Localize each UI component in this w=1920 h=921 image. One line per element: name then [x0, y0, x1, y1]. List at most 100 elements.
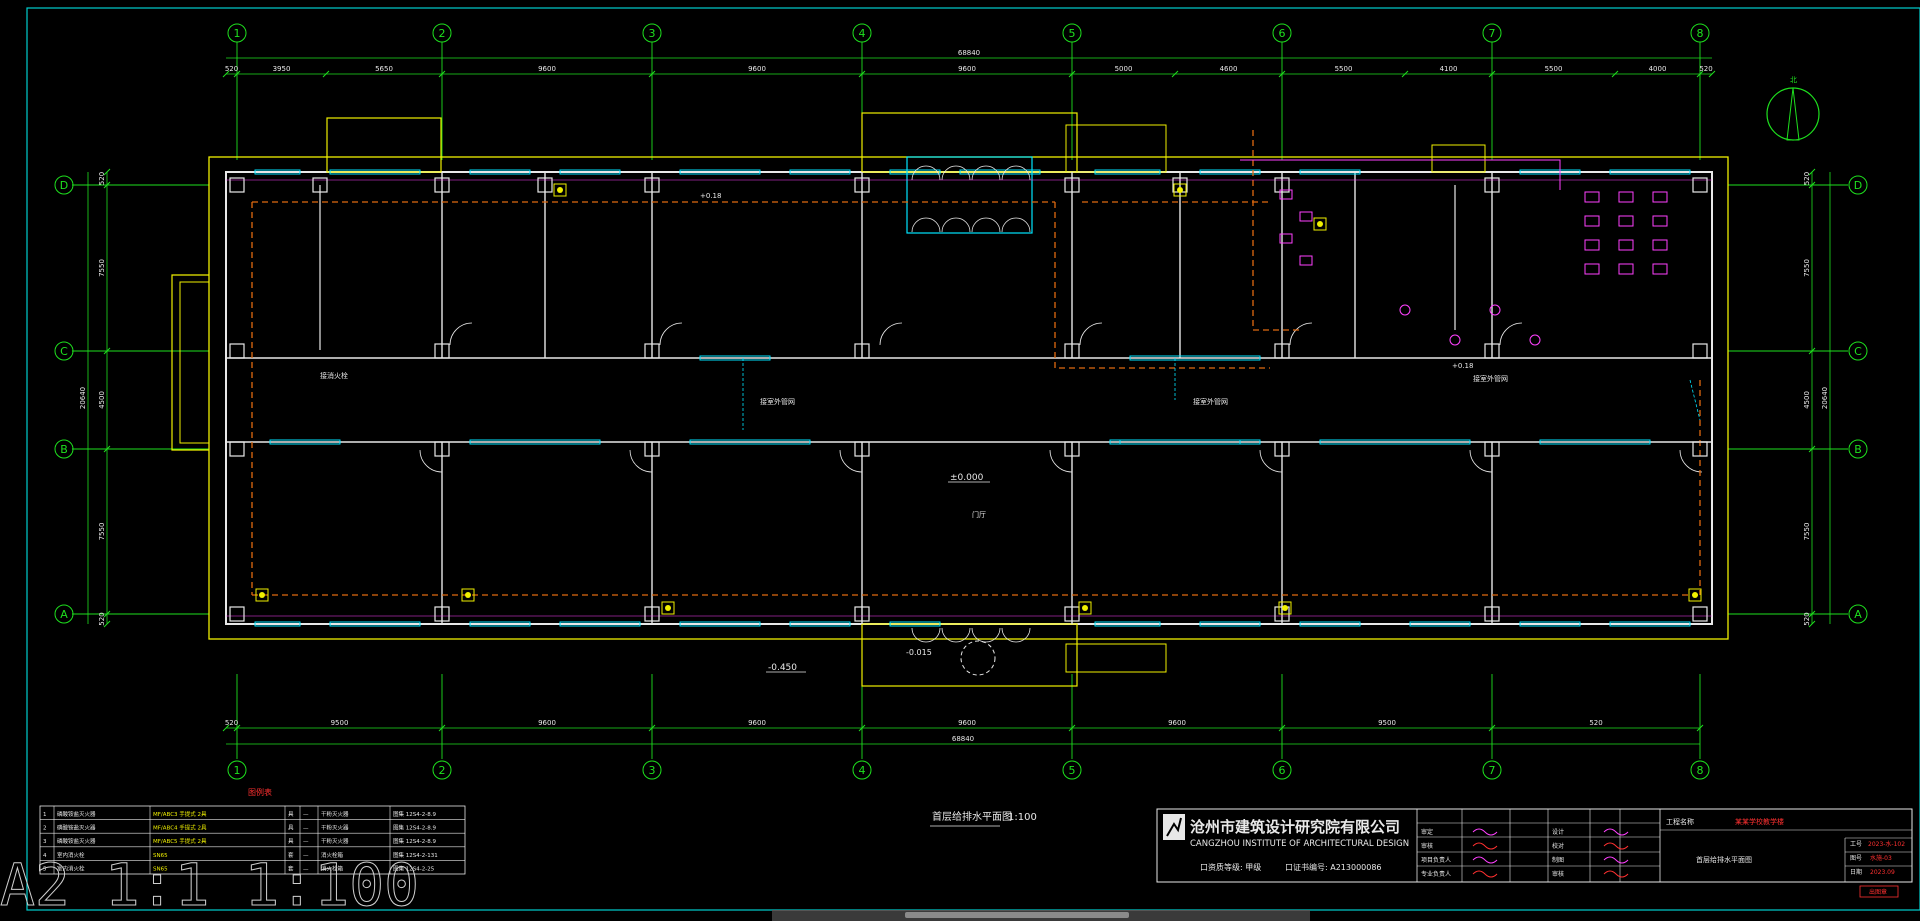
north-label: 北 [1790, 76, 1797, 84]
legend-cell: 磷酸铵盐灭火器 [57, 837, 96, 845]
grid-col-label: 8 [1697, 764, 1704, 777]
stamp-label: 出图章 [1869, 888, 1887, 896]
grid-row-label: A [60, 608, 68, 621]
dimension-text: 4500 [98, 391, 106, 409]
dimension-text: 520 [1803, 612, 1811, 625]
dimension-text: 5650 [375, 65, 393, 73]
dimension-text: 9600 [538, 719, 556, 727]
hydrant-valve-icon [1082, 605, 1088, 611]
grid-col-label: 8 [1697, 27, 1704, 40]
plan-scale: 1:100 [1008, 812, 1037, 823]
dimension-text: 4000 [1649, 65, 1667, 73]
dimension-total: 68840 [952, 735, 974, 743]
role-label: 审核 [1421, 842, 1433, 850]
dimension-text: 4100 [1440, 65, 1458, 73]
grid-col-label: 2 [439, 764, 446, 777]
dimension-text: 520 [98, 612, 106, 625]
dimension-text: 9600 [958, 719, 976, 727]
sheet-number: 水施-03 [1870, 854, 1892, 862]
legend-cell: 干粉灭火器 [321, 837, 349, 845]
outside-elevation: -0.450 [768, 663, 797, 673]
hydrant-valve-icon [665, 605, 671, 611]
scrollbar-thumb[interactable] [905, 912, 1129, 918]
dimension-text: 4500 [1803, 391, 1811, 409]
floor-elevation: ±0.000 [950, 473, 984, 483]
grid-col-label: 5 [1069, 27, 1076, 40]
drawing-no: 2023-水-102 [1868, 840, 1905, 848]
drawing-name: 首层给排水平面图 [1696, 855, 1752, 864]
dimension-text: 520 [225, 719, 238, 727]
dimension-text: 3950 [273, 65, 291, 73]
dimension-text: 520 [1803, 172, 1811, 185]
grid-row-label: C [60, 345, 68, 358]
grid-row-label: B [1854, 443, 1862, 456]
dimension-text: 7550 [98, 523, 106, 541]
scale-watermark: A2 1:1 1:100 [0, 851, 419, 919]
role-label: 项目负责人 [1421, 856, 1451, 864]
dimension-text: 5500 [1335, 65, 1353, 73]
date-value: 2023.09 [1870, 869, 1895, 876]
drawing-background [0, 0, 1920, 920]
dimension-text: 9500 [1378, 719, 1396, 727]
legend-cell: 具 [288, 838, 294, 845]
role-label: 审核 [1552, 870, 1564, 878]
hydrant-valve-icon [465, 592, 471, 598]
dimension-total: 20640 [79, 387, 87, 409]
note-1: 接消火栓 [320, 371, 348, 380]
elevation-room-b: +0.18 [700, 192, 721, 200]
company-name-cn: 沧州市建筑设计研究院有限公司 [1190, 818, 1400, 836]
dimension-text: 5500 [1545, 65, 1563, 73]
note-2: 接室外管网 [760, 397, 795, 406]
date-label: 日期 [1850, 868, 1862, 876]
legend-cell: 具 [288, 811, 294, 818]
project-label: 工程名称 [1666, 817, 1694, 826]
dimension-text: 520 [98, 172, 106, 185]
dimension-total: 20640 [1821, 387, 1829, 409]
grid-row-label: B [60, 443, 68, 456]
grid-col-label: 1 [234, 764, 241, 777]
grid-row-label: C [1854, 345, 1862, 358]
role-label: 制图 [1552, 856, 1564, 864]
legend-cell: MF/ABC4 手提式 2具 [153, 824, 207, 832]
company-logo [1163, 814, 1185, 840]
legend-cell: 图集 12S4-2-8.9 [393, 824, 436, 832]
grid-row-label: A [1854, 608, 1862, 621]
hydrant-valve-icon [259, 592, 265, 598]
dimension-text: 9600 [538, 65, 556, 73]
legend-cell: — [303, 826, 309, 832]
grid-col-label: 6 [1279, 764, 1286, 777]
grid-col-label: 3 [649, 27, 656, 40]
elevation-room-a: +0.18 [1452, 362, 1473, 370]
dimension-text: 9600 [1168, 719, 1186, 727]
hydrant-valve-icon [1177, 187, 1183, 193]
legend-cell: — [303, 812, 309, 818]
dimension-text: 4600 [1220, 65, 1238, 73]
dimension-text: 520 [1589, 719, 1602, 727]
legend-cell: 1 [43, 812, 47, 818]
cad-drawing-canvas[interactable]: 1 1 2 2 3 3 4 4 5 5 6 6 7 7 8 8 D D C C B B A A 520 3950 5650 9600… [0, 0, 1920, 920]
drawing-no-label: 工号 [1850, 841, 1862, 848]
role-label: 校对 [1552, 842, 1564, 850]
legend-cell: 3 [43, 839, 47, 845]
grid-col-label: 4 [859, 27, 866, 40]
note-3: 接室外管网 [1193, 397, 1228, 406]
hydrant-valve-icon [557, 187, 563, 193]
grid-row-label: D [60, 179, 68, 192]
note-4: 接室外管网 [1473, 374, 1508, 383]
grid-row-label: D [1854, 179, 1862, 192]
dimension-text: 520 [225, 65, 238, 73]
legend-cell: 干粉灭火器 [321, 824, 349, 832]
entry-elevation: -0.015 [906, 648, 932, 657]
grid-col-label: 7 [1489, 764, 1496, 777]
dimension-text: 7550 [1803, 259, 1811, 277]
dimension-text: 5000 [1115, 65, 1133, 73]
legend-cell: 具 [288, 825, 294, 832]
grid-col-label: 3 [649, 764, 656, 777]
role-label: 审定 [1421, 828, 1433, 836]
grid-col-label: 1 [234, 27, 241, 40]
cert-number: 口证书编号: A213000086 [1285, 862, 1382, 872]
dimension-text: 7550 [1803, 523, 1811, 541]
hydrant-valve-icon [1317, 221, 1323, 227]
dimension-text: 520 [1699, 65, 1712, 73]
legend-cell: 磷酸铵盐灭火器 [57, 824, 96, 832]
